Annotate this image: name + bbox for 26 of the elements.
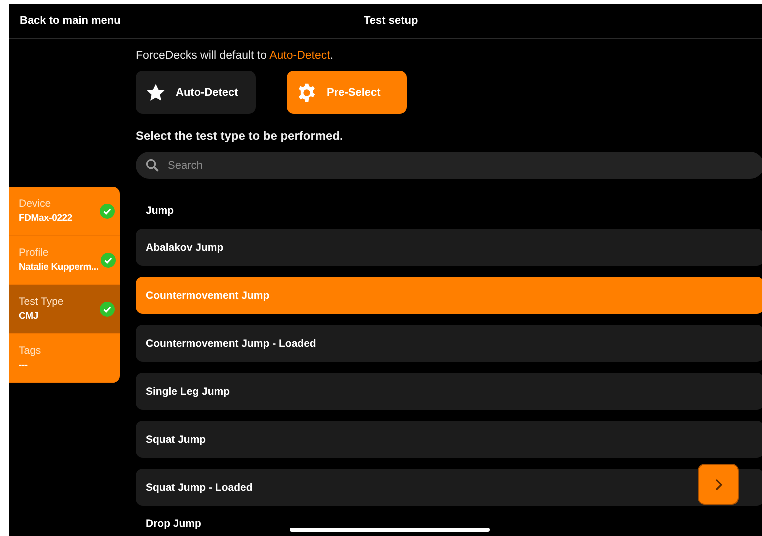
item-label: Tags [19,345,42,357]
test-item[interactable]: Abalakov Jump [136,229,762,266]
item-label: Test Type [19,296,64,308]
gear-icon [297,82,317,102]
star-icon [146,82,166,102]
item-label: Device [19,198,52,210]
test-item[interactable]: Squat Jump [136,421,762,458]
next-button[interactable] [698,464,739,505]
sidebar-item[interactable]: Test Type CMJ [9,285,120,334]
item-value: --- [19,360,29,371]
item-label: Profile [19,247,50,259]
mode-button[interactable]: Auto-Detect [136,71,256,114]
default-mode-text: ForceDecks will default to Auto-Detect. [136,50,335,62]
item-value: Natalie Kupperm... [19,262,99,273]
section-heading: Jump [146,205,176,217]
back-link[interactable]: Back to main menu [9,15,121,27]
item-value: CMJ [19,311,40,322]
prompt-text: Select the test type to be performed. [136,129,344,143]
search-icon [146,159,159,172]
test-item[interactable]: Single Leg Jump [136,373,762,410]
test-item[interactable]: Countermovement Jump - Loaded [136,325,762,362]
section-heading: Drop Jump [146,518,202,530]
item-value: FDMax-0222 [19,213,72,224]
test-item[interactable]: Squat Jump - Loaded [136,469,762,506]
search-field[interactable]: Search [136,152,762,179]
screen-title: Test setup [364,15,418,27]
